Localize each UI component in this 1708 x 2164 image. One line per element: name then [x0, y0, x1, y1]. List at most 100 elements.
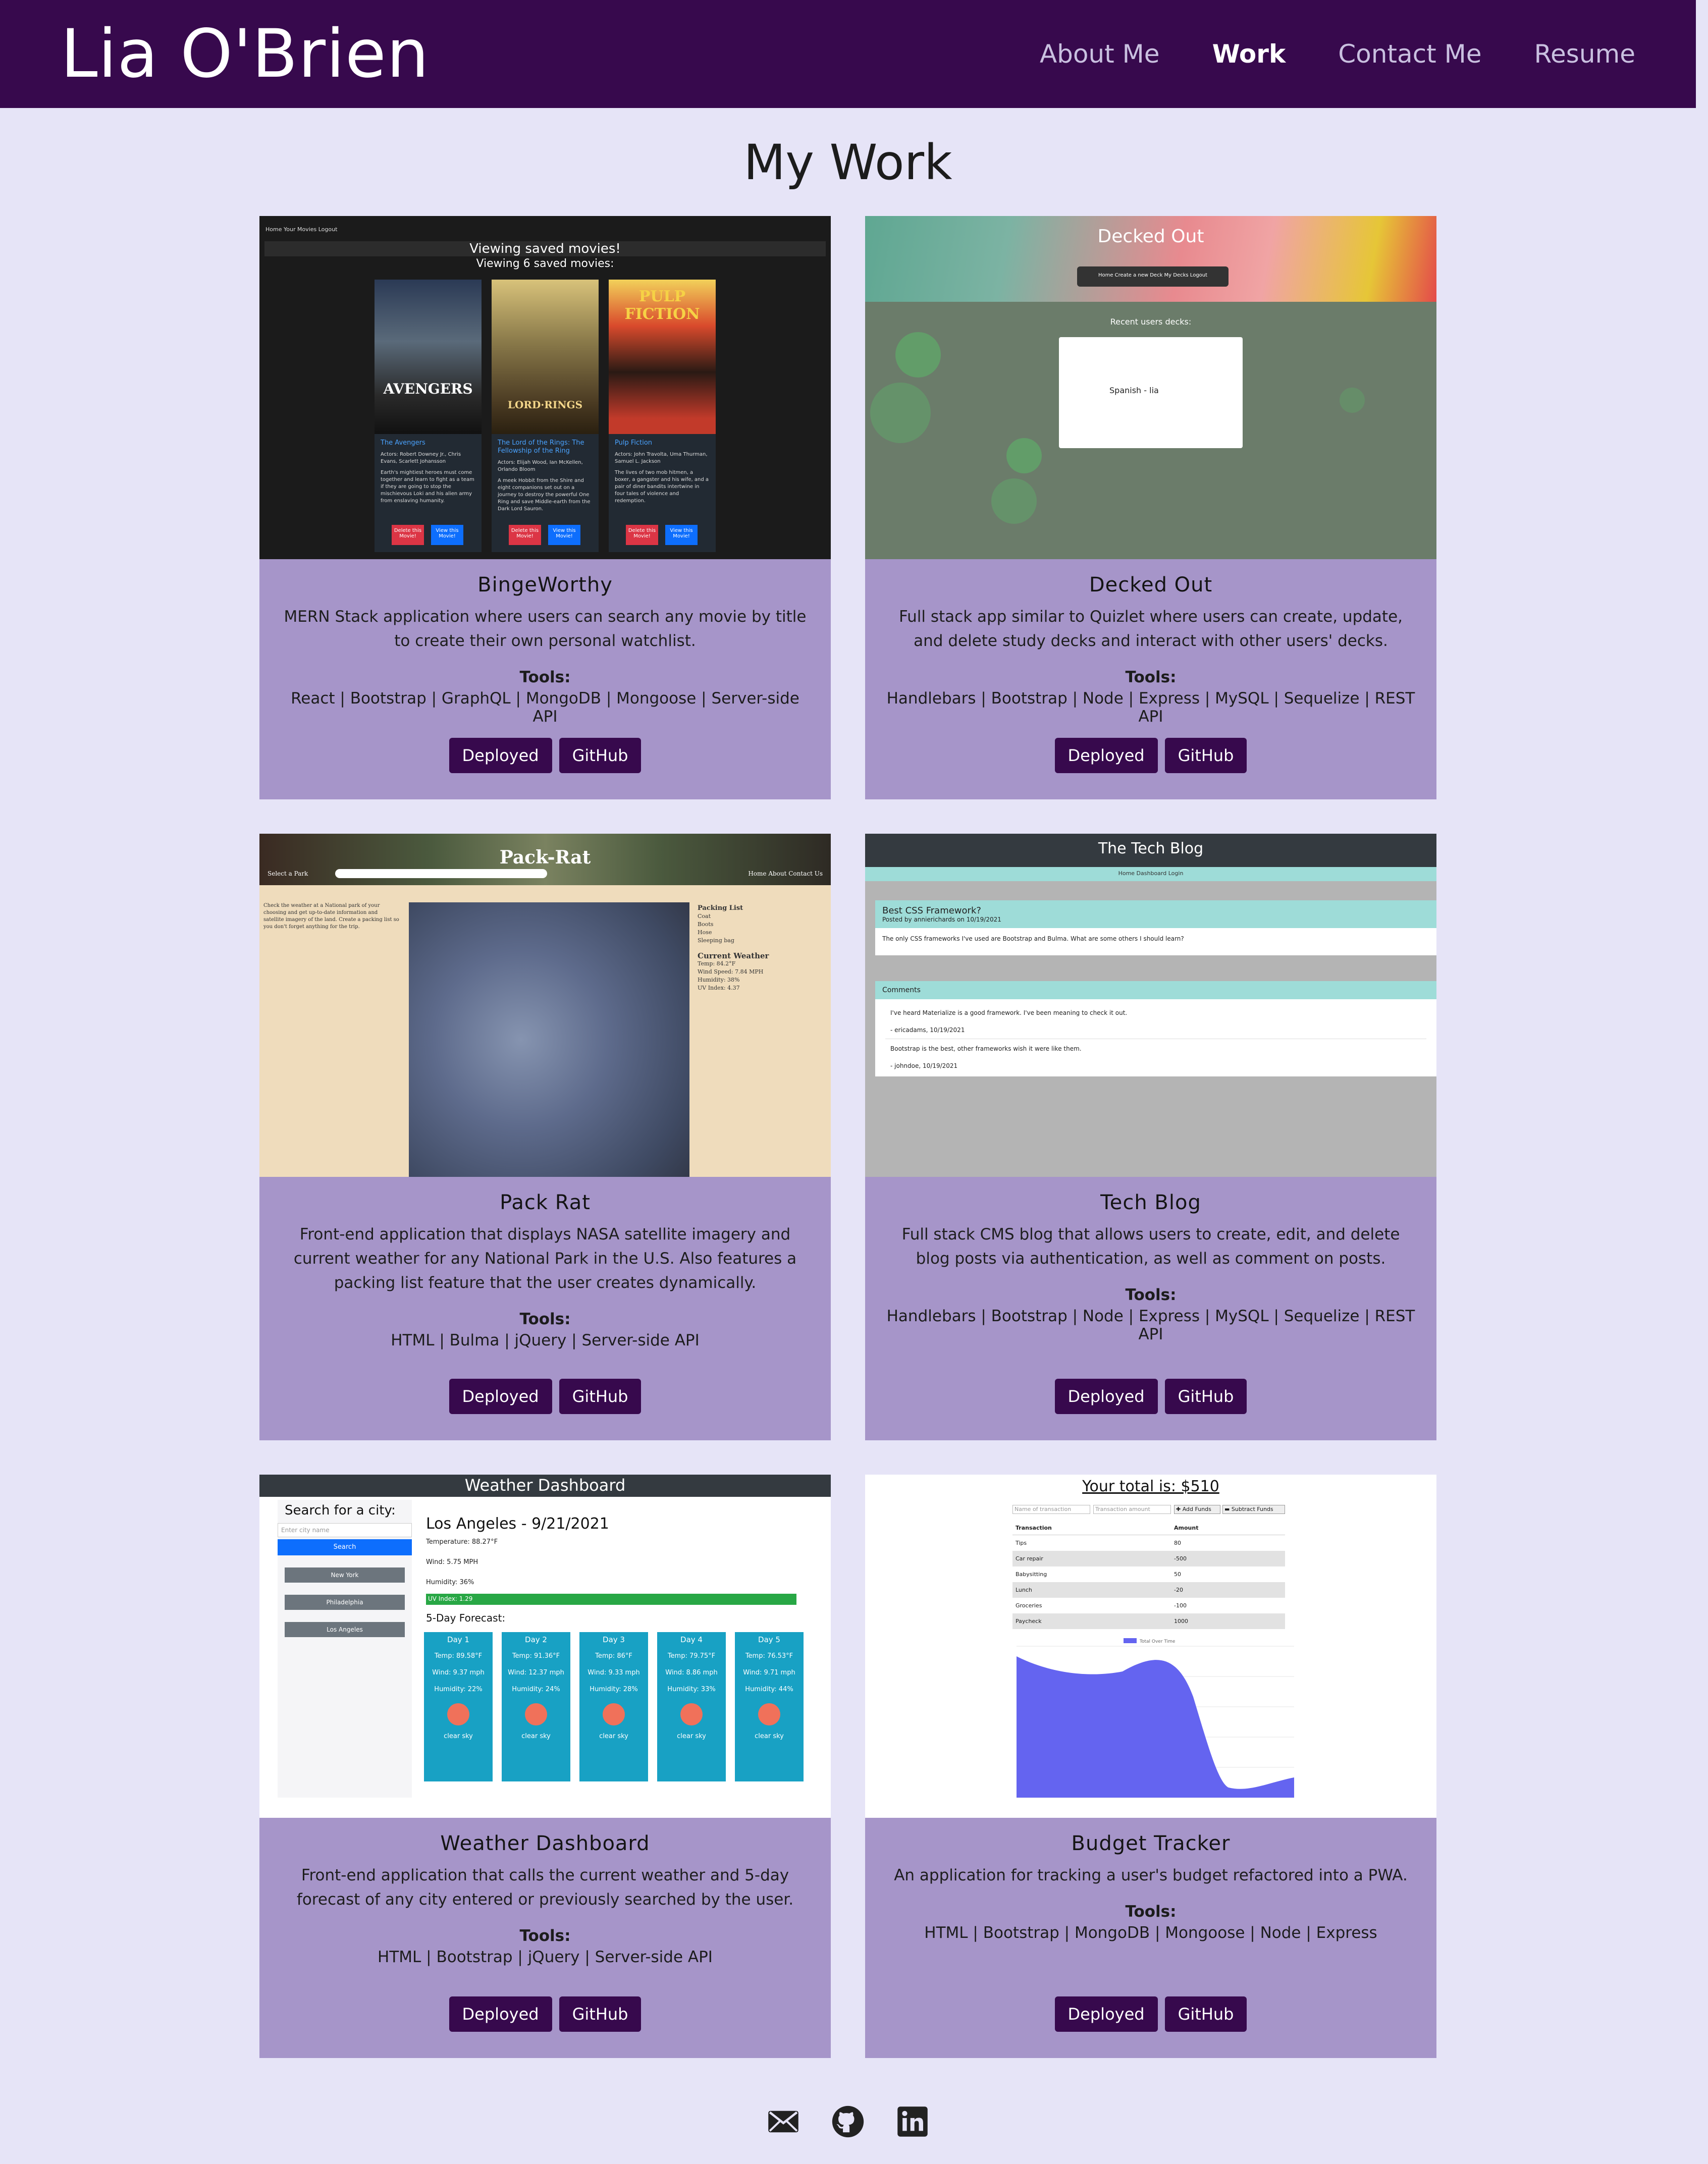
table-row: Babysitting 50: [1012, 1566, 1285, 1582]
forecast-humidity: Humidity: 44%: [745, 1686, 793, 1693]
delete-movie-button: Delete this Movie!: [392, 525, 424, 545]
forecast-humidity: Humidity: 28%: [590, 1686, 638, 1693]
delete-movie-button: Delete this Movie!: [626, 525, 658, 545]
tools-list: React | Bootstrap | GraphQL | MongoDB | …: [291, 689, 799, 726]
weather-shot-title: Weather Dashboard: [259, 1475, 831, 1497]
forecast-label: 5-Day Forecast:: [426, 1612, 506, 1624]
packing-item: Sleeping bag: [698, 937, 734, 944]
forecast-temp: Temp: 91.36°F: [512, 1652, 560, 1660]
weather-dashboard-screenshot[interactable]: Weather Dashboard Search for a city: Ent…: [259, 1475, 831, 1818]
main-nav: About Me Work Contact Me Resume: [1040, 39, 1635, 69]
comment-text: Bootstrap is the best, other frameworks …: [890, 1045, 1082, 1052]
packrat-header: Pack-Rat Select a Park Home About Contac…: [259, 834, 831, 885]
table-row: Car repair -500: [1012, 1551, 1285, 1566]
deployed-button[interactable]: Deployed: [1054, 1379, 1158, 1414]
card-body: Weather Dashboard Front-end application …: [259, 1818, 831, 1986]
project-card-weather-dashboard: Weather Dashboard Search for a city: Ent…: [259, 1475, 831, 2058]
deployed-button[interactable]: Deployed: [1054, 1996, 1158, 2032]
nav-contact-me[interactable]: Contact Me: [1338, 39, 1481, 69]
forecast-card: Day 4 Temp: 79.75°F Wind: 8.86 mph Humid…: [657, 1632, 726, 1781]
current-weather-title: Current Weather: [698, 951, 769, 960]
deployed-button[interactable]: Deployed: [449, 738, 552, 773]
site-brand[interactable]: Lia O'Brien: [61, 21, 430, 87]
forecast-wind: Wind: 8.86 mph: [665, 1669, 718, 1676]
github-button[interactable]: GitHub: [559, 1379, 642, 1414]
bingeworthy-shot-banner: Viewing saved movies!: [264, 241, 826, 256]
mail-icon[interactable]: [766, 2104, 800, 2139]
project-description: MERN Stack application where users can s…: [284, 608, 807, 650]
deployed-button[interactable]: Deployed: [1054, 738, 1158, 773]
forecast-desc: clear sky: [599, 1733, 628, 1740]
sun-icon: [758, 1703, 780, 1725]
movie-plot: A meek Hobbit from the Shire and eight c…: [498, 478, 591, 512]
decked-shot-recent: Recent users decks:: [1110, 317, 1192, 327]
tools-list: HTML | Bulma | jQuery | Server-side API: [391, 1331, 700, 1349]
deployed-button[interactable]: Deployed: [449, 1996, 552, 2032]
forecast-card: Day 3 Temp: 86°F Wind: 9.33 mph Humidity…: [579, 1632, 648, 1781]
avengers-poster: AVENGERS: [375, 280, 482, 434]
linkedin-icon[interactable]: [895, 2104, 930, 2139]
nav-work[interactable]: Work: [1212, 39, 1286, 69]
deck-name: Spanish - lia: [1109, 386, 1159, 395]
forecast-desc: clear sky: [755, 1733, 784, 1740]
card-body: BingeWorthy MERN Stack application where…: [259, 559, 831, 746]
comments-section: Comments I've heard Materialize is a goo…: [875, 981, 1436, 1076]
delete-movie-button: Delete this Movie!: [509, 525, 541, 545]
deployed-button[interactable]: Deployed: [449, 1379, 552, 1414]
github-button[interactable]: GitHub: [559, 738, 642, 773]
decked-out-screenshot[interactable]: Decked Out Home Create a new Deck My Dec…: [865, 216, 1436, 559]
table-row: Paycheck 1000: [1012, 1613, 1285, 1629]
github-button[interactable]: GitHub: [1164, 1379, 1247, 1414]
post-author: Posted by annierichards on 10/19/2021: [882, 916, 1001, 923]
github-button[interactable]: GitHub: [1164, 738, 1247, 773]
project-description: Full stack CMS blog that allows users to…: [901, 1225, 1400, 1268]
bingeworthy-screenshot[interactable]: Home Your Movies Logout Viewing saved mo…: [259, 216, 831, 559]
movie-actors: Actors: Robert Downey Jr., Chris Evans, …: [381, 452, 461, 464]
project-buttons: Deployed GitHub: [865, 1379, 1436, 1414]
sun-icon: [525, 1703, 547, 1725]
nav-about-me[interactable]: About Me: [1040, 39, 1160, 69]
card-body: Decked Out Full stack app similar to Qui…: [865, 559, 1436, 746]
table-row: Tips 80: [1012, 1535, 1285, 1551]
github-button[interactable]: GitHub: [559, 1996, 642, 2032]
project-title: Budget Tracker: [1071, 1832, 1231, 1855]
transactions-table: Transaction Amount Tips 80 Car repair -500…: [1012, 1521, 1285, 1629]
table-row: Groceries -100: [1012, 1598, 1285, 1613]
table-cell: Groceries: [1016, 1602, 1042, 1609]
pulp-fiction-poster: PULP FICTION: [609, 280, 716, 434]
transaction-amount-input: Transaction amount: [1093, 1505, 1171, 1514]
card-body: Tech Blog Full stack CMS blog that allow…: [865, 1177, 1436, 1364]
project-buttons: Deployed GitHub: [259, 1379, 831, 1414]
packing-item: Coat: [698, 913, 711, 919]
history-city: Los Angeles: [285, 1622, 405, 1637]
github-icon[interactable]: [831, 2104, 865, 2139]
project-title: Pack Rat: [500, 1191, 591, 1214]
bingeworthy-shot-sub: Viewing 6 saved movies:: [476, 257, 614, 270]
forecast-humidity: Humidity: 33%: [667, 1686, 716, 1693]
blog-post: Best CSS Framework? Posted by anniericha…: [875, 900, 1436, 955]
tech-blog-screenshot[interactable]: The Tech Blog Home Dashboard Login Best …: [865, 834, 1436, 1177]
weather-stat: Humidity: 38%: [698, 977, 740, 983]
table-header: Transaction Amount: [1012, 1521, 1285, 1535]
forecast-humidity: Humidity: 22%: [434, 1686, 483, 1693]
park-select: [335, 869, 547, 878]
project-description: Front-end application that displays NASA…: [293, 1225, 797, 1292]
decor-dot: [1006, 438, 1042, 473]
weather-temp: Temperature: 88.27°F: [426, 1538, 498, 1546]
subtract-funds-button: ▬ Subtract Funds: [1222, 1505, 1285, 1514]
forecast-humidity: Humidity: 24%: [512, 1686, 560, 1693]
movie-title: The Avengers: [381, 439, 425, 447]
pack-rat-screenshot[interactable]: Pack-Rat Select a Park Home About Contac…: [259, 834, 831, 1177]
github-button[interactable]: GitHub: [1164, 1996, 1247, 2032]
movie-plot: The lives of two mob hitmen, a boxer, a …: [615, 470, 709, 504]
movie-title: Pulp Fiction: [615, 439, 653, 447]
budget-tracker-screenshot[interactable]: Your total is: $510 Name of transaction …: [865, 1475, 1436, 1818]
project-description: Full stack app similar to Quizlet where …: [898, 608, 1403, 650]
project-description: An application for tracking a user's bud…: [894, 1866, 1408, 1884]
table-cell: -100: [1174, 1602, 1187, 1609]
satellite-image: [409, 902, 689, 1177]
view-movie-button: View this Movie!: [665, 525, 698, 545]
nav-resume[interactable]: Resume: [1534, 39, 1635, 69]
forecast-day: Day 3: [603, 1635, 625, 1644]
weather-stat: UV Index: 4.37: [698, 985, 740, 991]
